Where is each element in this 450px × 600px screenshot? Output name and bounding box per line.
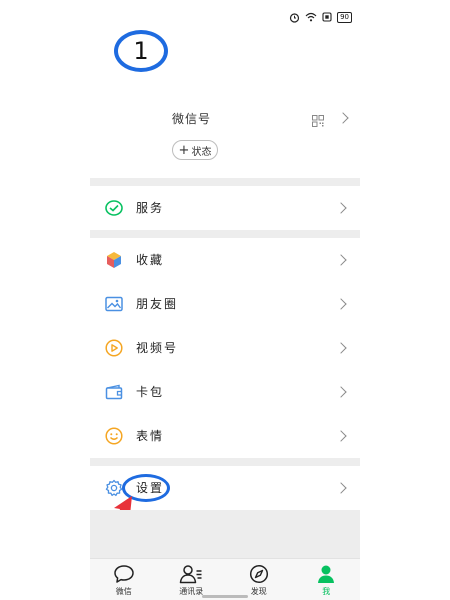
menu-item-label: 朋友圈 bbox=[136, 297, 179, 311]
card-wallet-icon bbox=[104, 382, 124, 402]
contacts-icon bbox=[179, 564, 203, 584]
empty-area bbox=[90, 510, 360, 558]
annotation-number-text: 1 bbox=[133, 37, 149, 65]
wechat-id-row[interactable]: 微信号 bbox=[90, 104, 360, 132]
plus-icon: + bbox=[178, 142, 190, 158]
discover-icon bbox=[249, 564, 269, 584]
menu-item-label: 视频号 bbox=[136, 341, 179, 355]
menu-item-label: 卡包 bbox=[136, 385, 165, 399]
tab-label: 通讯录 bbox=[179, 587, 204, 596]
menu-item-label: 服务 bbox=[136, 201, 165, 215]
bottom-tab-bar: 微信 通讯录 发现 我 bbox=[90, 558, 360, 600]
menu-item-cards[interactable]: 卡包 bbox=[90, 370, 360, 414]
qr-code-icon[interactable] bbox=[312, 112, 324, 131]
alarm-icon bbox=[289, 12, 300, 23]
chevron-right-icon bbox=[335, 482, 347, 494]
home-indicator bbox=[202, 595, 248, 598]
chat-icon bbox=[113, 564, 135, 584]
menu-item-label: 表情 bbox=[136, 429, 165, 443]
annotation-step-number: 1 bbox=[114, 30, 168, 72]
tab-chats[interactable]: 微信 bbox=[90, 559, 158, 600]
tab-discover[interactable]: 发现 bbox=[225, 559, 293, 600]
tab-label: 我 bbox=[322, 587, 331, 596]
battery-icon: 90 bbox=[337, 11, 352, 23]
chevron-right-icon bbox=[335, 342, 347, 354]
status-button-label: 状态 bbox=[191, 146, 212, 158]
chevron-right-icon bbox=[335, 254, 347, 266]
wechat-id-label: 微信号 bbox=[172, 112, 212, 126]
tab-label: 微信 bbox=[115, 587, 132, 596]
tab-me[interactable]: 我 bbox=[293, 559, 361, 600]
tab-label: 发现 bbox=[250, 587, 267, 596]
menu-item-services[interactable]: 服务 bbox=[90, 186, 360, 230]
section-divider bbox=[90, 178, 360, 186]
menu-item-stickers[interactable]: 表情 bbox=[90, 414, 360, 458]
sim-icon bbox=[322, 12, 332, 22]
add-status-button[interactable]: + 状态 bbox=[172, 140, 218, 160]
chevron-right-icon bbox=[337, 112, 349, 124]
section-divider bbox=[90, 458, 360, 466]
status-bar: 90 bbox=[289, 8, 352, 26]
menu-item-favorites[interactable]: 收藏 bbox=[90, 238, 360, 282]
chevron-right-icon bbox=[335, 298, 347, 310]
menu-item-label: 收藏 bbox=[136, 253, 165, 267]
moments-image-icon bbox=[104, 294, 124, 314]
chevron-right-icon bbox=[335, 202, 347, 214]
phone-screen: 90 1 微信号 + 状态 服务 收藏 朋友圈 视频号 卡包 表情 设置 微信 … bbox=[90, 0, 360, 600]
me-icon bbox=[316, 564, 336, 584]
menu-item-channels[interactable]: 视频号 bbox=[90, 326, 360, 370]
tab-contacts[interactable]: 通讯录 bbox=[158, 559, 226, 600]
chevron-right-icon bbox=[335, 430, 347, 442]
section-divider bbox=[90, 230, 360, 238]
services-icon bbox=[104, 198, 124, 218]
channels-play-icon bbox=[104, 338, 124, 358]
sticker-smile-icon bbox=[104, 426, 124, 446]
favorites-cube-icon bbox=[104, 250, 124, 270]
chevron-right-icon bbox=[335, 386, 347, 398]
menu-item-moments[interactable]: 朋友圈 bbox=[90, 282, 360, 326]
wifi-icon bbox=[305, 12, 317, 22]
